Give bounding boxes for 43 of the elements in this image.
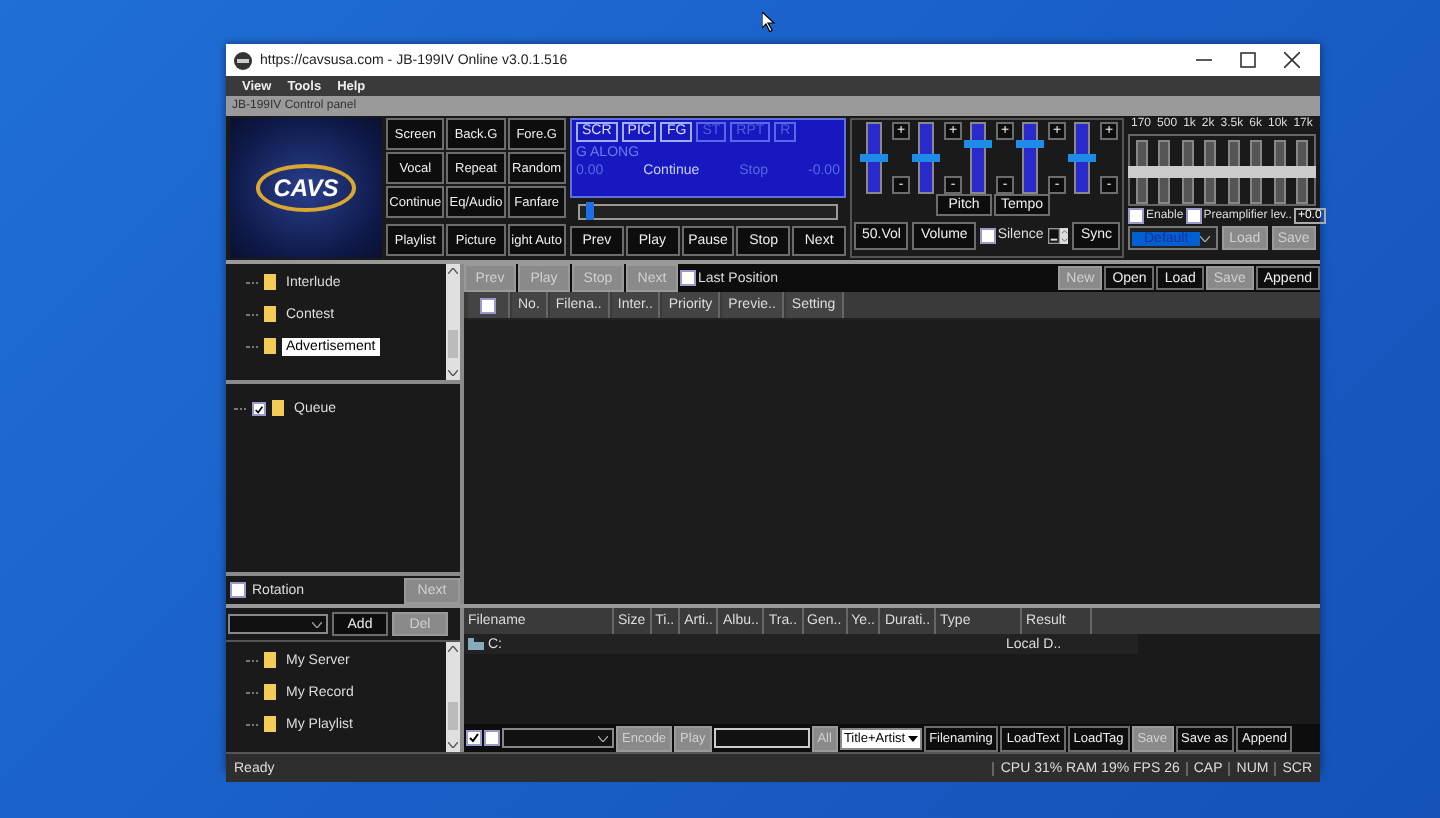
- search-dropdown[interactable]: [228, 614, 328, 634]
- slider-thumb[interactable]: [860, 154, 888, 162]
- eq-slider-thumb[interactable]: [1288, 166, 1317, 178]
- scroll-up-icon[interactable]: [448, 268, 458, 274]
- checkbox[interactable]: [230, 582, 246, 598]
- scroll-down-icon[interactable]: [448, 370, 458, 376]
- checkbox[interactable]: [1128, 208, 1144, 224]
- checkbox[interactable]: [466, 730, 482, 746]
- checkbox[interactable]: [1185, 208, 1202, 224]
- checkbox[interactable]: [480, 297, 496, 313]
- caret-icon: [598, 735, 608, 741]
- spinner[interactable]: [1047, 223, 1069, 247]
- scrollbar[interactable]: [446, 642, 460, 752]
- checkbox[interactable]: [252, 401, 266, 415]
- folder-icon: [272, 400, 284, 416]
- progress-track[interactable]: [578, 204, 838, 220]
- mouse-pointer-icon: [762, 12, 776, 32]
- slider-track[interactable]: [918, 122, 934, 194]
- caret-icon: [312, 621, 322, 627]
- checkbox[interactable]: [680, 270, 696, 286]
- scroll-up-icon[interactable]: [448, 646, 458, 652]
- input-field[interactable]: [713, 728, 810, 748]
- slider-thumb[interactable]: [1016, 140, 1044, 149]
- slider-thumb[interactable]: [912, 154, 940, 162]
- slider-thumb[interactable]: [1068, 154, 1096, 162]
- scrollbar[interactable]: [446, 264, 460, 380]
- slider-thumb[interactable]: [964, 140, 992, 149]
- checkbox[interactable]: [979, 227, 996, 243]
- scroll-down-icon[interactable]: [448, 742, 458, 748]
- drive-icon: [468, 638, 484, 650]
- caret-icon: [907, 735, 918, 741]
- close-icon[interactable]: [1284, 52, 1300, 68]
- slider-track[interactable]: [1022, 122, 1038, 194]
- progress-thumb[interactable]: [585, 202, 594, 220]
- slider-track[interactable]: [866, 122, 882, 194]
- logo: CAVS: [255, 164, 357, 212]
- checkbox[interactable]: [484, 730, 500, 746]
- slider-track[interactable]: [1074, 122, 1090, 194]
- app-icon: [234, 51, 252, 69]
- format-dropdown[interactable]: [502, 728, 614, 748]
- caret-icon: [1200, 235, 1211, 241]
- slider-track[interactable]: [970, 122, 986, 194]
- maximize-icon[interactable]: [1240, 52, 1256, 68]
